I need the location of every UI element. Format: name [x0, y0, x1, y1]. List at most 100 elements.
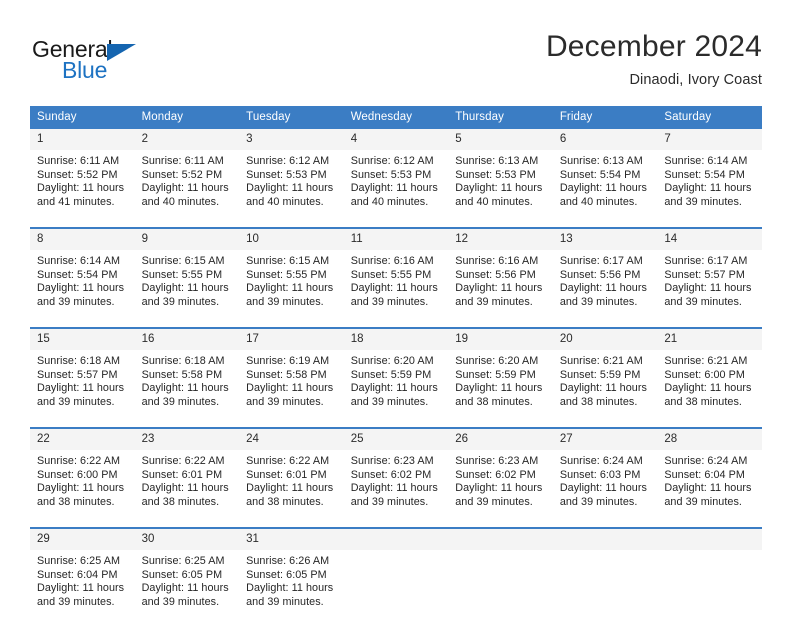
sunrise-text: Sunrise: 6:21 AM [559, 355, 643, 367]
day-details: Sunrise: 6:26 AM Sunset: 6:05 PM Dayligh… [239, 550, 344, 627]
calendar-day-cell[interactable]: 6 Sunrise: 6:13 AM Sunset: 5:54 PM Dayli… [552, 127, 658, 228]
daylight-text-line2: and 40 minutes. [141, 195, 220, 208]
day-details: Sunrise: 6:18 AM Sunset: 5:58 PM Dayligh… [134, 350, 240, 427]
calendar-day-cell[interactable]: 25 Sunrise: 6:23 AM Sunset: 6:02 PM Dayl… [343, 427, 449, 528]
calendar-day-cell[interactable]: 7 Sunrise: 6:14 AM Sunset: 5:54 PM Dayli… [657, 127, 762, 228]
day-details: Sunrise: 6:22 AM Sunset: 6:01 PM Dayligh… [239, 450, 344, 527]
day-number: 2 [134, 129, 240, 150]
daylight-text-line1: Daylight: 11 hours [664, 182, 752, 195]
calendar-day-cell[interactable]: 26 Sunrise: 6:23 AM Sunset: 6:02 PM Dayl… [448, 427, 553, 528]
daylight-text-line2: and 39 minutes. [37, 295, 115, 308]
daylight-text-line1: Daylight: 11 hours [141, 182, 229, 195]
calendar-day-cell[interactable]: 17 Sunrise: 6:19 AM Sunset: 5:58 PM Dayl… [239, 327, 344, 428]
daylight-text-line2: and 39 minutes. [664, 195, 742, 208]
calendar-day-cell[interactable]: 20 Sunrise: 6:21 AM Sunset: 5:59 PM Dayl… [552, 327, 658, 428]
calendar-day-cell[interactable]: 5 Sunrise: 6:13 AM Sunset: 5:53 PM Dayli… [448, 127, 553, 228]
day-number: 31 [239, 529, 344, 550]
day-number: 14 [657, 229, 762, 250]
daylight-text-line2: and 40 minutes. [455, 195, 533, 208]
sunset-text: Sunset: 5:54 PM [37, 268, 118, 281]
calendar-day-cell[interactable]: 8 Sunrise: 6:14 AM Sunset: 5:54 PM Dayli… [30, 227, 135, 328]
calendar-day-cell[interactable]: 19 Sunrise: 6:20 AM Sunset: 5:59 PM Dayl… [448, 327, 553, 428]
sunrise-text: Sunrise: 6:17 AM [559, 255, 643, 267]
day-number: 16 [134, 329, 240, 350]
calendar-day-cell[interactable]: 3 Sunrise: 6:12 AM Sunset: 5:53 PM Dayli… [239, 127, 344, 228]
calendar-day-cell-empty [657, 527, 762, 627]
sunset-text: Sunset: 6:01 PM [141, 468, 223, 481]
calendar-day-cell[interactable]: 29 Sunrise: 6:25 AM Sunset: 6:04 PM Dayl… [30, 527, 135, 627]
calendar-day-cell[interactable]: 4 Sunrise: 6:12 AM Sunset: 5:53 PM Dayli… [343, 127, 449, 228]
calendar-day-cell[interactable]: 28 Sunrise: 6:24 AM Sunset: 6:04 PM Dayl… [657, 427, 762, 528]
day-details: Sunrise: 6:23 AM Sunset: 6:02 PM Dayligh… [343, 450, 449, 527]
day-number: 19 [448, 329, 553, 350]
day-number: 28 [657, 429, 762, 450]
day-number: 15 [30, 329, 135, 350]
day-details: Sunrise: 6:20 AM Sunset: 5:59 PM Dayligh… [448, 350, 553, 427]
calendar-day-cell[interactable]: 18 Sunrise: 6:20 AM Sunset: 5:59 PM Dayl… [343, 327, 449, 428]
calendar-header-row: Sunday Monday Tuesday Wednesday Thursday… [30, 106, 762, 128]
calendar-day-cell[interactable]: 13 Sunrise: 6:17 AM Sunset: 5:56 PM Dayl… [552, 227, 658, 328]
calendar-day-cell[interactable]: 27 Sunrise: 6:24 AM Sunset: 6:03 PM Dayl… [552, 427, 658, 528]
daylight-text-line1: Daylight: 11 hours [141, 482, 229, 495]
calendar-day-cell[interactable]: 24 Sunrise: 6:22 AM Sunset: 6:01 PM Dayl… [239, 427, 344, 528]
day-number: 10 [239, 229, 344, 250]
logo-triangle-icon [107, 44, 136, 61]
calendar-day-cell[interactable]: 30 Sunrise: 6:25 AM Sunset: 6:05 PM Dayl… [134, 527, 240, 627]
day-number [448, 529, 553, 550]
day-details [657, 550, 762, 627]
page-header: General Blue December 2024 Dinaodi, Ivor… [30, 28, 762, 98]
day-number: 21 [657, 329, 762, 350]
calendar-day-cell[interactable]: 21 Sunrise: 6:21 AM Sunset: 6:00 PM Dayl… [657, 327, 762, 428]
sunset-text: Sunset: 6:03 PM [559, 468, 641, 481]
sunrise-text: Sunrise: 6:26 AM [246, 555, 330, 567]
sunset-text: Sunset: 5:58 PM [141, 368, 223, 381]
weekday-header-thursday: Thursday [448, 106, 553, 128]
day-number [657, 529, 762, 550]
calendar-week-row: 1 Sunrise: 6:11 AM Sunset: 5:52 PM Dayli… [30, 127, 762, 228]
sunset-text: Sunset: 5:57 PM [664, 268, 745, 281]
day-number: 11 [343, 229, 449, 250]
daylight-text-line1: Daylight: 11 hours [350, 282, 438, 295]
daylight-text-line2: and 39 minutes. [350, 295, 429, 308]
calendar-week-row: 15 Sunrise: 6:18 AM Sunset: 5:57 PM Dayl… [30, 327, 762, 428]
weekday-header-friday: Friday [552, 106, 658, 128]
sunrise-text: Sunrise: 6:12 AM [350, 155, 434, 167]
sunrise-text: Sunrise: 6:16 AM [350, 255, 434, 267]
day-number: 4 [343, 129, 449, 150]
sunset-text: Sunset: 5:58 PM [246, 368, 327, 381]
title-block: December 2024 Dinaodi, Ivory Coast [546, 28, 762, 91]
calendar-day-cell[interactable]: 10 Sunrise: 6:15 AM Sunset: 5:55 PM Dayl… [239, 227, 344, 328]
day-details: Sunrise: 6:21 AM Sunset: 6:00 PM Dayligh… [657, 350, 762, 427]
day-number: 9 [134, 229, 240, 250]
day-details: Sunrise: 6:14 AM Sunset: 5:54 PM Dayligh… [657, 150, 762, 227]
calendar-day-cell[interactable]: 11 Sunrise: 6:16 AM Sunset: 5:55 PM Dayl… [343, 227, 449, 328]
day-number: 7 [657, 129, 762, 150]
sunset-text: Sunset: 5:54 PM [664, 168, 745, 181]
calendar-day-cell[interactable]: 16 Sunrise: 6:18 AM Sunset: 5:58 PM Dayl… [134, 327, 240, 428]
sunrise-text: Sunrise: 6:21 AM [664, 355, 748, 367]
daylight-text-line2: and 40 minutes. [350, 195, 429, 208]
calendar-day-cell[interactable]: 12 Sunrise: 6:16 AM Sunset: 5:56 PM Dayl… [448, 227, 553, 328]
calendar-day-cell[interactable]: 31 Sunrise: 6:26 AM Sunset: 6:05 PM Dayl… [239, 527, 344, 627]
calendar-day-cell[interactable]: 14 Sunrise: 6:17 AM Sunset: 5:57 PM Dayl… [657, 227, 762, 328]
day-details: Sunrise: 6:24 AM Sunset: 6:04 PM Dayligh… [657, 450, 762, 527]
general-blue-logo[interactable]: General Blue [32, 36, 212, 88]
weekday-header-tuesday: Tuesday [239, 106, 344, 128]
sunset-text: Sunset: 5:54 PM [559, 168, 641, 181]
day-details [343, 550, 449, 627]
weekday-header-monday: Monday [134, 106, 240, 128]
daylight-text-line1: Daylight: 11 hours [37, 182, 125, 195]
sunset-text: Sunset: 5:59 PM [350, 368, 432, 381]
calendar-week-row: 22 Sunrise: 6:22 AM Sunset: 6:00 PM Dayl… [30, 427, 762, 528]
calendar-day-cell[interactable]: 22 Sunrise: 6:22 AM Sunset: 6:00 PM Dayl… [30, 427, 135, 528]
sunset-text: Sunset: 6:00 PM [664, 368, 745, 381]
day-details: Sunrise: 6:24 AM Sunset: 6:03 PM Dayligh… [552, 450, 658, 527]
calendar-day-cell[interactable]: 15 Sunrise: 6:18 AM Sunset: 5:57 PM Dayl… [30, 327, 135, 428]
calendar-day-cell[interactable]: 9 Sunrise: 6:15 AM Sunset: 5:55 PM Dayli… [134, 227, 240, 328]
calendar-day-cell[interactable]: 2 Sunrise: 6:11 AM Sunset: 5:52 PM Dayli… [134, 127, 240, 228]
calendar-day-cell[interactable]: 1 Sunrise: 6:11 AM Sunset: 5:52 PM Dayli… [30, 127, 135, 228]
daylight-text-line1: Daylight: 11 hours [455, 382, 543, 395]
calendar-day-cell[interactable]: 23 Sunrise: 6:22 AM Sunset: 6:01 PM Dayl… [134, 427, 240, 528]
weekday-header-sunday: Sunday [30, 106, 135, 128]
day-details: Sunrise: 6:25 AM Sunset: 6:05 PM Dayligh… [134, 550, 240, 627]
